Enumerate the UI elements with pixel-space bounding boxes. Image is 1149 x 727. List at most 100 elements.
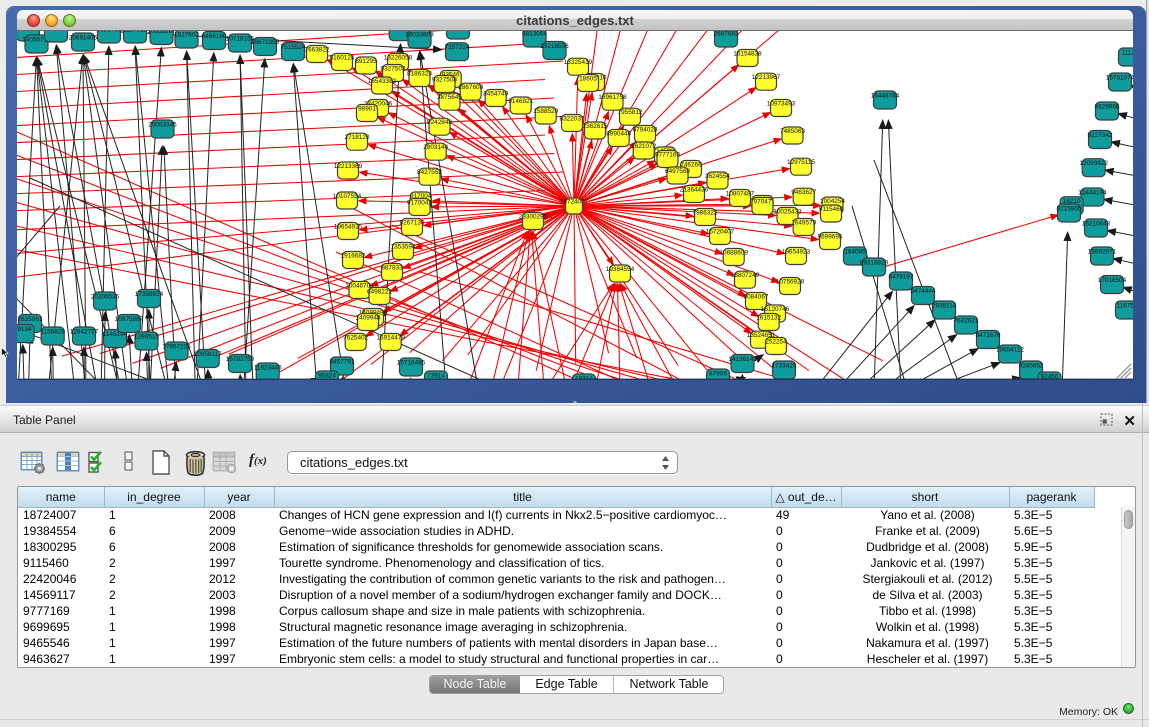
svg-text:10973493: 10973493 xyxy=(767,101,796,108)
svg-text:7515524: 7515524 xyxy=(281,44,306,51)
svg-text:12942757: 12942757 xyxy=(70,329,99,336)
svg-text:8454749: 8454749 xyxy=(483,91,508,98)
svg-text:9463627: 9463627 xyxy=(791,189,816,196)
svg-text:8322037: 8322037 xyxy=(560,116,585,123)
svg-text:252254: 252254 xyxy=(765,339,787,346)
svg-text:15692971: 15692971 xyxy=(1088,249,1117,256)
svg-text:2935114: 2935114 xyxy=(932,303,957,310)
svg-text:1353594: 1353594 xyxy=(391,244,416,251)
svg-text:8990448: 8990448 xyxy=(606,131,631,138)
svg-text:9777169: 9777169 xyxy=(655,152,680,159)
svg-text:10654112: 10654112 xyxy=(996,347,1024,354)
svg-text:1362615: 1362615 xyxy=(583,123,608,130)
svg-text:19654923: 19654923 xyxy=(782,249,811,256)
svg-text:16543382: 16543382 xyxy=(368,78,397,85)
svg-text:1916682: 1916682 xyxy=(341,253,366,260)
svg-text:10107554: 10107554 xyxy=(333,193,362,200)
svg-text:7632621: 7632621 xyxy=(954,318,979,325)
svg-text:16671355: 16671355 xyxy=(251,39,280,46)
svg-text:164095: 164095 xyxy=(844,249,866,256)
svg-text:9329966: 9329966 xyxy=(1095,104,1120,111)
svg-text:19218506: 19218506 xyxy=(540,43,569,50)
svg-text:9146821: 9146821 xyxy=(508,98,533,105)
svg-text:8160124: 8160124 xyxy=(330,55,355,62)
svg-text:2867608: 2867608 xyxy=(458,84,483,91)
svg-text:6479197: 6479197 xyxy=(889,274,914,281)
svg-text:16120746: 16120746 xyxy=(761,306,790,313)
svg-text:9245652: 9245652 xyxy=(1019,363,1044,370)
svg-text:18807249: 18807249 xyxy=(731,272,760,279)
svg-text:15716485: 15716485 xyxy=(397,360,426,367)
svg-text:17016504: 17016504 xyxy=(1098,277,1127,284)
svg-text:15720407: 15720407 xyxy=(706,229,735,236)
svg-text:16210643: 16210643 xyxy=(1082,221,1111,228)
svg-text:11124: 11124 xyxy=(1122,50,1133,57)
svg-text:10975887: 10975887 xyxy=(115,316,144,323)
svg-text:12213967: 12213967 xyxy=(752,74,781,81)
svg-text:12444194: 12444194 xyxy=(1078,190,1107,197)
svg-text:6466160: 6466160 xyxy=(202,33,227,40)
svg-text:8427552: 8427552 xyxy=(417,169,442,176)
svg-text:2718120: 2718120 xyxy=(345,134,370,141)
svg-text:1290515: 1290515 xyxy=(134,334,159,341)
svg-text:18724007: 18724007 xyxy=(560,199,589,206)
svg-text:16961758: 16961758 xyxy=(598,94,627,101)
svg-text:12213369: 12213369 xyxy=(334,163,363,170)
svg-text:16033809: 16033809 xyxy=(405,32,434,39)
svg-text:7485063: 7485063 xyxy=(780,128,805,135)
svg-text:9242848: 9242848 xyxy=(427,119,452,126)
svg-text:20691406: 20691406 xyxy=(69,35,98,42)
svg-text:7663822: 7663822 xyxy=(305,47,330,54)
svg-text:20206535: 20206535 xyxy=(91,294,120,301)
svg-text:19654925: 19654925 xyxy=(334,224,363,231)
svg-text:9457791: 9457791 xyxy=(330,359,355,366)
svg-text:10807487: 10807487 xyxy=(726,191,755,198)
svg-text:9474444: 9474444 xyxy=(911,288,936,295)
svg-text:6498222: 6498222 xyxy=(367,289,392,296)
svg-text:12093822: 12093822 xyxy=(1079,160,1108,167)
svg-text:9084067: 9084067 xyxy=(744,294,769,301)
svg-text:9327503: 9327503 xyxy=(381,66,406,73)
svg-text:9115460: 9115460 xyxy=(819,206,844,213)
svg-text:21364436: 21364436 xyxy=(680,187,709,194)
svg-text:10025433: 10025433 xyxy=(773,209,802,216)
svg-text:73914: 73914 xyxy=(427,373,445,380)
svg-text:7955812: 7955812 xyxy=(618,109,643,116)
svg-text:3624554: 3624554 xyxy=(705,173,730,180)
svg-text:9327508: 9327508 xyxy=(432,77,457,84)
svg-text:1527602: 1527602 xyxy=(174,32,199,39)
svg-text:13226058: 13226058 xyxy=(384,55,413,62)
svg-text:15751074: 15751074 xyxy=(1106,75,1133,82)
svg-text:891295: 891295 xyxy=(355,58,377,65)
svg-text:14136141: 14136141 xyxy=(728,356,757,363)
svg-text:9170041: 9170041 xyxy=(407,200,432,207)
svg-text:2635061: 2635061 xyxy=(18,316,43,323)
svg-text:16154838: 16154838 xyxy=(733,51,762,58)
svg-text:2803144: 2803144 xyxy=(423,144,448,151)
svg-text:16782759: 16782759 xyxy=(226,356,255,363)
svg-text:7986322: 7986322 xyxy=(693,210,718,217)
svg-text:1588520: 1588520 xyxy=(533,108,558,115)
svg-text:13325419: 13325419 xyxy=(564,59,593,66)
svg-text:9635709: 9635709 xyxy=(97,31,122,34)
svg-text:10958117: 10958117 xyxy=(194,351,222,358)
svg-text:23300295: 23300295 xyxy=(519,214,548,221)
svg-text:6497568: 6497568 xyxy=(665,168,690,175)
svg-text:8215955: 8215955 xyxy=(1057,206,1082,213)
svg-text:10653287: 10653287 xyxy=(147,31,176,35)
svg-text:98901: 98901 xyxy=(358,106,376,113)
svg-text:10688609: 10688609 xyxy=(719,250,748,257)
svg-text:8813054: 8813054 xyxy=(522,31,547,38)
svg-text:1409948: 1409948 xyxy=(356,315,381,322)
svg-text:1649579: 1649579 xyxy=(791,220,816,227)
svg-text:17359924: 17359924 xyxy=(135,291,164,298)
svg-text:16448784: 16448784 xyxy=(871,93,900,100)
svg-text:89318928: 89318928 xyxy=(860,260,889,267)
svg-text:18605: 18605 xyxy=(579,76,597,83)
svg-text:11923446: 11923446 xyxy=(254,365,282,372)
svg-text:1733426: 1733426 xyxy=(772,363,797,370)
svg-text:10756928: 10756928 xyxy=(776,279,805,286)
svg-text:1621072: 1621072 xyxy=(631,143,656,150)
svg-text:19384554: 19384554 xyxy=(606,266,635,273)
svg-text:2687682: 2687682 xyxy=(714,31,739,38)
